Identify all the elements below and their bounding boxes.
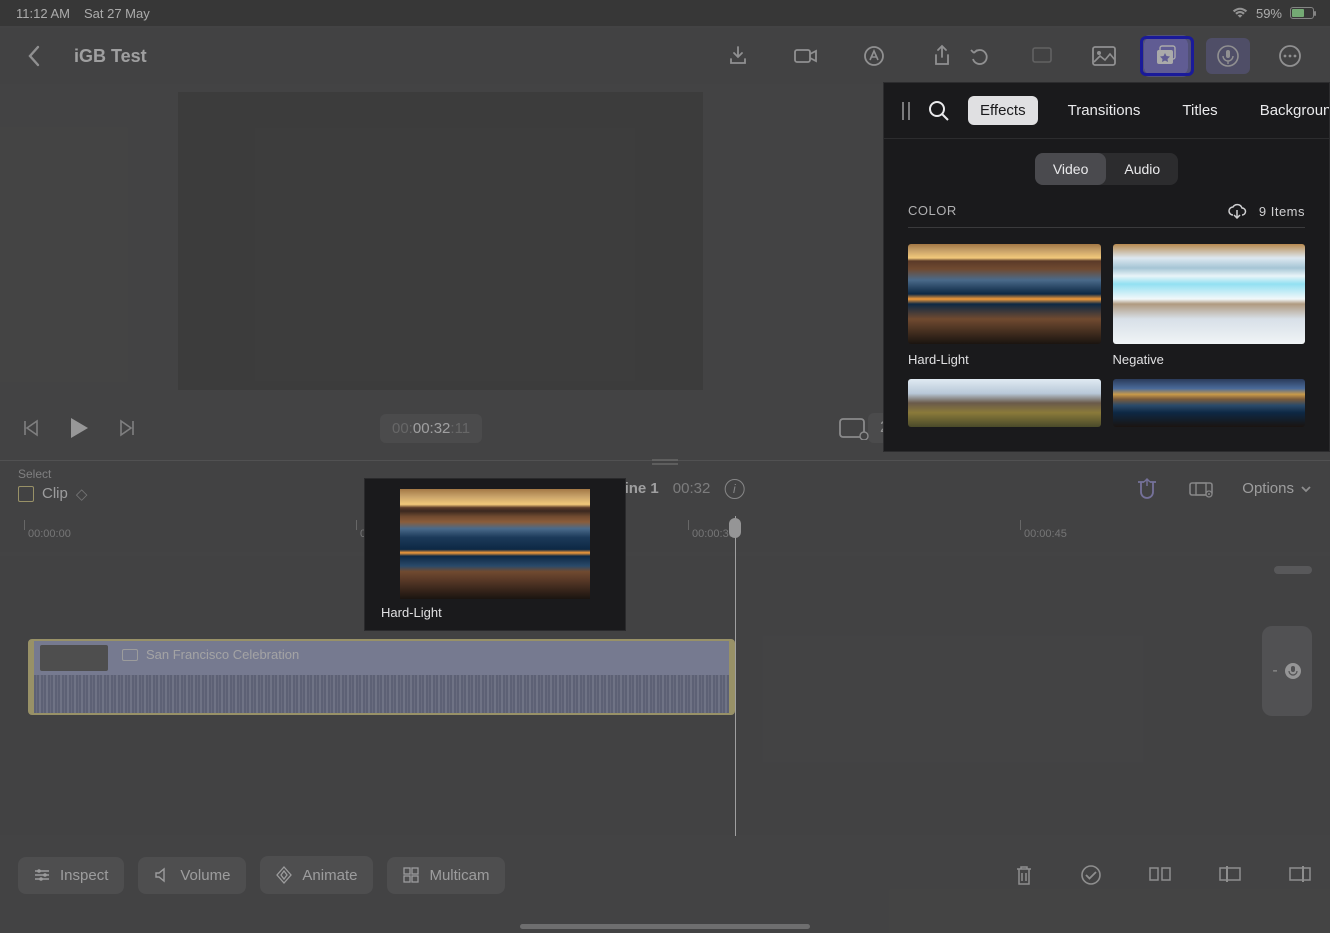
dragged-effect-preview[interactable]: Hard-Light [364, 478, 626, 631]
tab-transitions[interactable]: Transitions [1056, 96, 1153, 125]
effects-panel: Effects Transitions Titles Backgroun Vid… [883, 82, 1330, 452]
playhead[interactable] [735, 516, 736, 836]
prev-frame-button[interactable] [22, 419, 40, 437]
segment-audio[interactable]: Audio [1106, 153, 1178, 185]
search-icon [928, 100, 950, 122]
clip-title: San Francisco Celebration [146, 647, 299, 662]
effect-thumbnail [908, 244, 1101, 344]
battery-icon [1290, 7, 1314, 19]
effect-item-negative[interactable]: Negative [1113, 244, 1306, 367]
effects-segment[interactable]: Video Audio [1035, 153, 1178, 185]
video-icon [122, 649, 138, 661]
clip-icon [18, 486, 34, 502]
enable-button[interactable] [1080, 864, 1102, 886]
effect-item[interactable] [908, 379, 1101, 427]
bottom-toolbar: Inspect Volume Animate Multicam [0, 845, 1330, 905]
import-button[interactable] [722, 40, 754, 72]
download-cloud-icon[interactable] [1227, 203, 1247, 219]
effect-thumbnail [1113, 244, 1306, 344]
timeline-header: Select Clip ◇ Timeline 1 00:32 i Options [0, 460, 1330, 516]
animate-button[interactable]: Animate [260, 856, 373, 894]
clip-thumbnail [40, 645, 108, 671]
timecode[interactable]: 00:00:32:11 [380, 414, 482, 443]
search-button[interactable] [928, 100, 950, 122]
sliders-icon [34, 868, 50, 882]
track-scrollbar[interactable] [1274, 566, 1312, 574]
viewer[interactable] [178, 92, 703, 390]
speaker-icon [154, 867, 170, 883]
keyframe-icon [276, 866, 292, 884]
audio-library-button[interactable] [1206, 38, 1250, 74]
segment-video[interactable]: Video [1035, 153, 1107, 185]
tab-backgrounds[interactable]: Backgroun [1248, 96, 1330, 125]
inspect-button[interactable]: Inspect [18, 857, 124, 894]
effect-item-hard-light[interactable]: Hard-Light [908, 244, 1101, 367]
volume-button[interactable]: Volume [138, 857, 246, 894]
audio-meter-button[interactable]: - [1262, 626, 1312, 716]
grid-icon [403, 867, 419, 883]
snapping-button[interactable] [1188, 479, 1214, 499]
voiceover-button[interactable] [858, 40, 890, 72]
tools-button[interactable] [1020, 38, 1064, 74]
timeline-clip[interactable]: San Francisco Celebration [28, 639, 735, 715]
magnetic-button[interactable] [1134, 478, 1160, 500]
effect-item[interactable] [1113, 379, 1306, 427]
media-library-button[interactable] [1082, 38, 1126, 74]
battery-pct: 59% [1256, 6, 1282, 21]
select-label: Select [18, 467, 51, 481]
status-date: Sat 27 May [84, 6, 150, 21]
undo-button[interactable] [958, 38, 1002, 74]
tab-effects[interactable]: Effects [968, 96, 1038, 125]
project-title: iGB Test [74, 46, 147, 67]
panel-drag-handle[interactable] [902, 102, 910, 120]
effect-thumbnail [1113, 379, 1306, 427]
play-button[interactable] [68, 416, 90, 440]
audio-waveform [34, 675, 729, 713]
drag-handle-icon[interactable] [650, 457, 680, 467]
more-button[interactable] [1268, 38, 1312, 74]
effects-library-button[interactable] [1144, 38, 1188, 74]
clip-chevron-icon[interactable]: ◇ [76, 485, 88, 503]
next-frame-button[interactable] [118, 419, 136, 437]
timeline-duration: 00:32 [673, 480, 711, 497]
dragged-effect-thumbnail [400, 489, 590, 599]
delete-button[interactable] [1014, 864, 1034, 886]
wifi-icon [1232, 7, 1248, 19]
trim-end-button[interactable] [1288, 864, 1312, 886]
camera-button[interactable] [790, 40, 822, 72]
timeline-tracks[interactable]: San Francisco Celebration - [0, 556, 1330, 835]
dragged-effect-label: Hard-Light [381, 605, 619, 620]
tab-titles[interactable]: Titles [1170, 96, 1229, 125]
trim-start-button[interactable] [1218, 864, 1242, 886]
chevron-down-icon [1300, 485, 1312, 493]
split-button[interactable] [1148, 864, 1172, 886]
home-indicator[interactable] [520, 924, 810, 929]
section-title: COLOR [908, 203, 957, 219]
item-count: 9 Items [1259, 204, 1305, 219]
top-toolbar: iGB Test [0, 28, 1330, 84]
options-button[interactable]: Options [1242, 480, 1312, 497]
multicam-button[interactable]: Multicam [387, 857, 505, 894]
clip-mode-label[interactable]: Clip [42, 485, 68, 502]
display-mode-button[interactable] [838, 416, 870, 440]
effect-thumbnail [908, 379, 1101, 427]
info-button[interactable]: i [724, 479, 744, 499]
status-bar: 11:12 AM Sat 27 May 59% [0, 0, 1330, 26]
timeline-ruler[interactable]: 00:00:00 00:00:15 00:00:30 00:00:45 [0, 516, 1330, 552]
share-button[interactable] [926, 40, 958, 72]
back-button[interactable] [18, 40, 50, 72]
status-time: 11:12 AM [16, 6, 70, 21]
